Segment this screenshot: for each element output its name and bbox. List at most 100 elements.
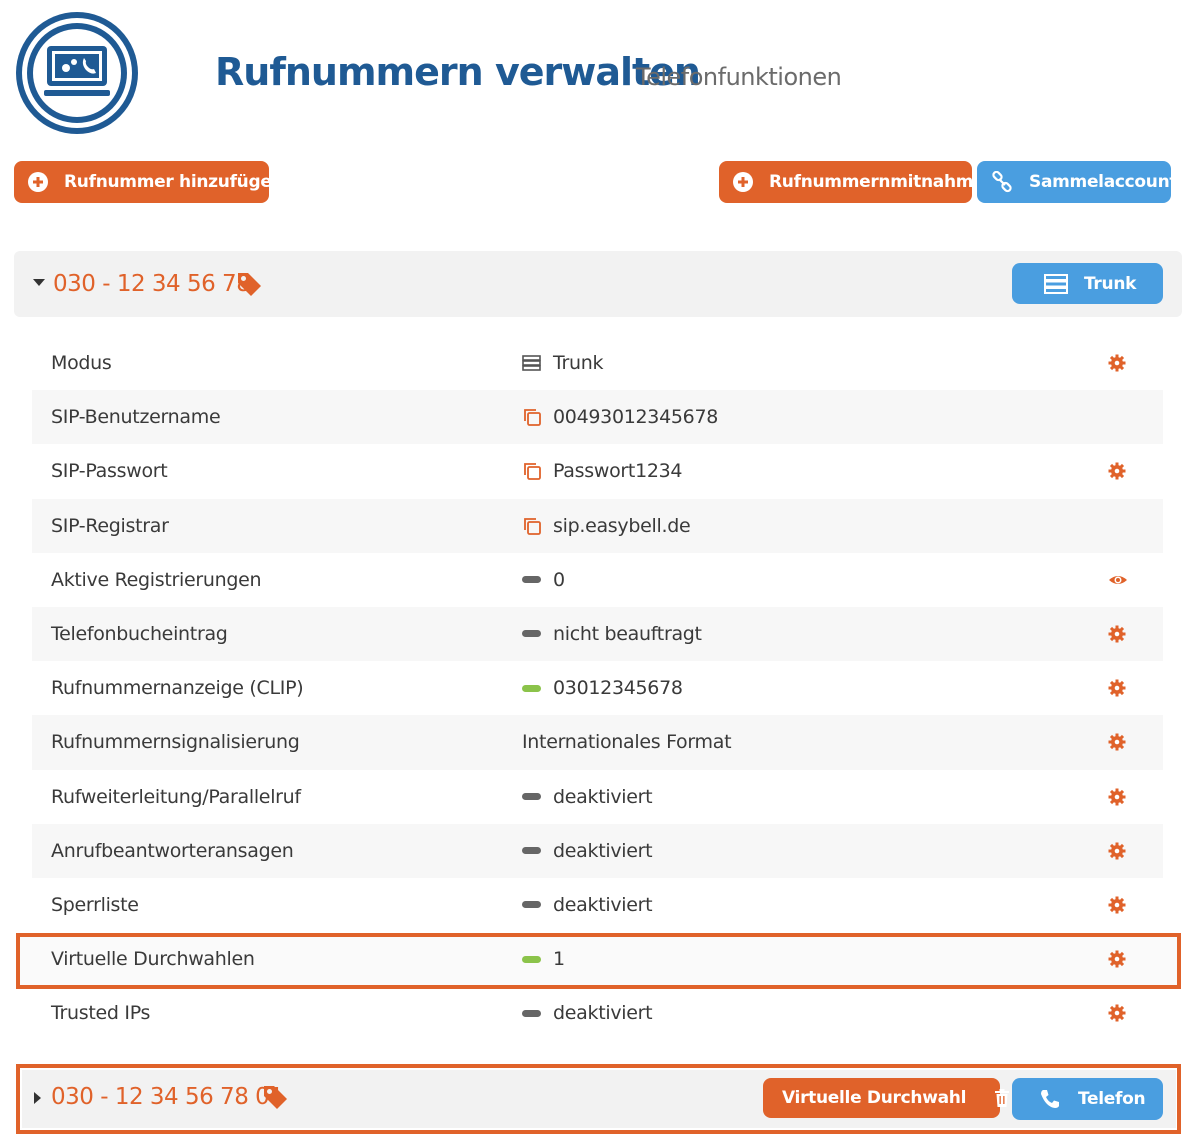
row-value-text: 00493012345678 bbox=[553, 406, 719, 429]
phone-number: 030 - 12 34 56 78 bbox=[53, 271, 251, 297]
row-label: Rufnummernanzeige (CLIP) bbox=[51, 677, 304, 700]
caret-down-icon[interactable] bbox=[33, 279, 45, 286]
row-label: Rufweiterleitung/Parallelruf bbox=[51, 785, 301, 808]
status-indicator-grey bbox=[522, 895, 544, 915]
row-call-forwarding: Rufweiterleitung/Parallelruf deaktiviert bbox=[32, 770, 1163, 824]
row-sip-registrar: SIP-Registrar sip.easybell.de bbox=[32, 498, 1163, 553]
row-clip: Rufnummernanzeige (CLIP) 03012345678 bbox=[32, 661, 1163, 715]
gear-icon[interactable] bbox=[1108, 679, 1126, 697]
eye-icon[interactable] bbox=[1108, 571, 1127, 589]
row-value-text: Internationales Format bbox=[522, 731, 732, 754]
copy-icon[interactable] bbox=[522, 461, 544, 481]
row-phonebook-entry: Telefonbucheintrag nicht beauftragt bbox=[32, 606, 1163, 662]
trunk-button[interactable]: Trunk bbox=[1012, 263, 1163, 304]
gear-icon[interactable] bbox=[1108, 462, 1126, 480]
row-label: Aktive Registrierungen bbox=[51, 568, 262, 591]
row-label: Trusted IPs bbox=[51, 1002, 151, 1025]
computer-phone-icon bbox=[16, 12, 138, 134]
status-indicator-grey bbox=[522, 841, 544, 861]
row-label: Anrufbeantworteransagen bbox=[51, 839, 294, 862]
row-label: Telefonbucheintrag bbox=[51, 622, 228, 645]
gear-icon[interactable] bbox=[1108, 842, 1126, 860]
row-number-signaling: Rufnummernsignalisierung Internationales… bbox=[32, 715, 1163, 770]
row-value: deaktiviert bbox=[522, 839, 653, 862]
tag-icon[interactable] bbox=[236, 271, 262, 302]
settings-list: Modus Trunk SIP-Benutzername 00493012345… bbox=[32, 336, 1163, 1040]
collective-account-label: Sammelaccount bbox=[1029, 172, 1178, 192]
row-label: SIP-Benutzername bbox=[51, 406, 221, 429]
plus-circle-icon bbox=[733, 172, 753, 192]
trunk-label: Trunk bbox=[1084, 273, 1137, 294]
row-value: Passwort1234 bbox=[522, 460, 683, 483]
server-icon bbox=[1044, 273, 1068, 294]
row-sip-username: SIP-Benutzername 00493012345678 bbox=[32, 390, 1163, 445]
row-blocklist: Sperrliste deaktiviert bbox=[32, 878, 1163, 932]
server-icon bbox=[522, 353, 544, 373]
row-trusted-ips: Trusted IPs deaktiviert bbox=[32, 986, 1163, 1040]
status-indicator-grey bbox=[522, 1003, 544, 1023]
row-value: Internationales Format bbox=[522, 731, 732, 754]
number-porting-button[interactable]: Rufnummernmitnahme bbox=[719, 161, 985, 203]
gear-icon[interactable] bbox=[1108, 354, 1126, 372]
telephone-button[interactable]: Telefon bbox=[1012, 1078, 1163, 1120]
gear-icon[interactable] bbox=[1108, 950, 1126, 968]
copy-icon[interactable] bbox=[522, 407, 544, 427]
row-value: nicht beauftragt bbox=[522, 623, 702, 645]
row-value-text: Passwort1234 bbox=[553, 460, 683, 483]
link-icon bbox=[991, 171, 1013, 193]
row-label: Virtuelle Durchwahlen bbox=[51, 948, 255, 971]
row-value-text: 0 bbox=[553, 568, 565, 591]
row-value-text: deaktiviert bbox=[553, 1002, 653, 1025]
row-value: deaktiviert bbox=[522, 1002, 653, 1025]
status-indicator-green bbox=[522, 678, 544, 698]
row-voicemail-greetings: Anrufbeantworteransagen deaktiviert bbox=[32, 823, 1163, 878]
telephone-label: Telefon bbox=[1078, 1089, 1146, 1109]
row-value: 1 bbox=[522, 948, 565, 970]
row-value: deaktiviert bbox=[522, 785, 653, 808]
gear-icon[interactable] bbox=[1108, 788, 1126, 806]
row-virtual-extensions: Virtuelle Durchwahlen 1 bbox=[32, 932, 1163, 986]
add-number-button[interactable]: Rufnummer hinzufügen bbox=[14, 161, 284, 203]
status-indicator-grey bbox=[522, 624, 544, 644]
row-mode: Modus Trunk bbox=[32, 336, 1163, 390]
app-logo bbox=[14, 10, 140, 136]
row-value-text: Trunk bbox=[553, 352, 604, 374]
virtual-extension-number: 030 - 12 34 56 78 01 bbox=[51, 1084, 284, 1110]
row-value: 03012345678 bbox=[522, 677, 683, 699]
virtual-extension-header[interactable]: 030 - 12 34 56 78 01 Virtuelle Durchwahl… bbox=[22, 1070, 1176, 1128]
number-header[interactable]: 030 - 12 34 56 78 Trunk bbox=[14, 251, 1182, 317]
status-indicator-grey bbox=[522, 570, 544, 590]
status-indicator-green bbox=[522, 949, 544, 969]
row-value-text: nicht beauftragt bbox=[553, 622, 702, 645]
tag-icon[interactable] bbox=[262, 1084, 288, 1115]
page-title: Rufnummern verwalten bbox=[215, 50, 701, 94]
row-label: Modus bbox=[51, 352, 112, 374]
row-value: 0 bbox=[522, 569, 565, 591]
gear-icon[interactable] bbox=[1108, 896, 1126, 914]
row-value: 00493012345678 bbox=[522, 406, 718, 428]
gear-icon[interactable] bbox=[1108, 625, 1126, 643]
virtual-extension-button[interactable]: Virtuelle Durchwahl bbox=[763, 1078, 1010, 1118]
page-subtitle: Telefonfunktionen bbox=[636, 63, 842, 91]
add-number-label: Rufnummer hinzufügen bbox=[64, 172, 284, 192]
phone-icon bbox=[1040, 1089, 1060, 1109]
row-sip-password: SIP-Passwort Passwort1234 bbox=[32, 444, 1163, 498]
row-label: Rufnummernsignalisierung bbox=[51, 731, 300, 754]
collective-account-button[interactable]: Sammelaccount bbox=[977, 161, 1178, 203]
gear-icon[interactable] bbox=[1108, 733, 1126, 751]
row-value-text: sip.easybell.de bbox=[553, 514, 691, 537]
trash-icon[interactable] bbox=[994, 1089, 1010, 1107]
row-value-text: 03012345678 bbox=[553, 677, 683, 700]
gear-icon[interactable] bbox=[1108, 1004, 1126, 1022]
caret-right-icon[interactable] bbox=[34, 1092, 41, 1104]
row-active-registrations: Aktive Registrierungen 0 bbox=[32, 553, 1163, 607]
row-value-text: deaktiviert bbox=[553, 839, 653, 862]
row-label: SIP-Passwort bbox=[51, 460, 168, 483]
row-value: sip.easybell.de bbox=[522, 514, 691, 537]
copy-icon[interactable] bbox=[522, 516, 544, 536]
row-value-text: deaktiviert bbox=[553, 893, 653, 916]
row-value: deaktiviert bbox=[522, 893, 653, 916]
status-indicator-grey bbox=[522, 787, 544, 807]
row-label: SIP-Registrar bbox=[51, 514, 169, 537]
row-value-text: deaktiviert bbox=[553, 785, 653, 808]
